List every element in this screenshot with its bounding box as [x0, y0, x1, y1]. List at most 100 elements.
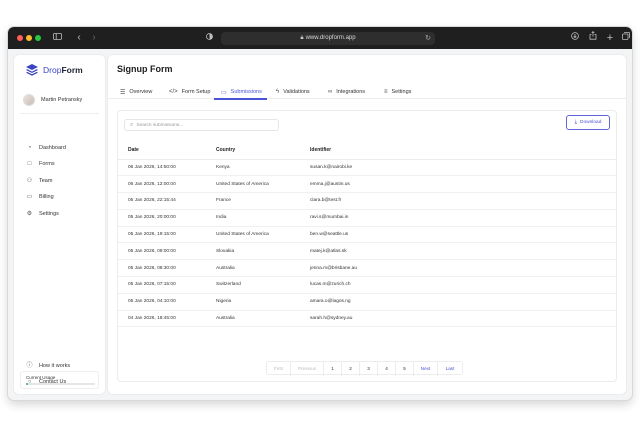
sidebar-item-how-it-works[interactable]: ⓘ How it works — [26, 361, 70, 371]
download-circle-icon[interactable] — [570, 31, 580, 45]
tab-integrations[interactable]: ∞ Integrations — [328, 85, 365, 99]
cell-identifier: matej.k@atlas.sk — [300, 242, 616, 261]
table-row[interactable]: 05 Jan 2026, 19:15:00 United States of Am… — [118, 226, 616, 244]
cell-date: 05 Jan 2026, 22:15:44 — [118, 192, 206, 210]
brand-logo[interactable]: DropForm — [25, 63, 83, 77]
submissions-card: ⌕ ⤓ Download Date Country Identifier 06 … — [117, 110, 617, 382]
help-circle-icon: ⓘ — [26, 362, 33, 369]
table-row[interactable]: 05 Jan 2026, 22:15:44 France clara.b@test.… — [118, 192, 616, 210]
layers-logo-icon — [26, 64, 38, 76]
page-1-button[interactable]: 1 — [324, 362, 342, 376]
table-row[interactable]: 06 Jan 2026, 12:00:00 United States of Am… — [118, 175, 616, 194]
cell-date: 05 Jan 2026, 19:15:00 — [118, 226, 206, 244]
page-4-button[interactable]: 4 — [378, 362, 396, 376]
column-header-country[interactable]: Country — [206, 141, 300, 160]
sidebar-item-label: Dashboard — [39, 145, 66, 151]
inbox-icon: ▭ — [221, 89, 227, 96]
column-header-date[interactable]: Date — [118, 141, 206, 160]
avatar — [23, 94, 35, 106]
cell-country: Australia — [206, 310, 300, 328]
search-icon: ⌕ — [130, 121, 134, 128]
page-first-button[interactable]: First — [267, 362, 291, 376]
cell-country: Slovakia — [206, 242, 300, 261]
cell-identifier: ben.w@seattle.us — [300, 226, 616, 244]
table-row[interactable]: 05 Jan 2026, 09:00:00 Slovakia matej.k@atl… — [118, 242, 616, 261]
address-bar[interactable]: 🔒︎ www.dropform.app ↻ — [221, 32, 435, 45]
minimize-window-button[interactable] — [26, 35, 32, 41]
main-panel: Signup Form ☰ Overview </> Form Setup ▭ Sub… — [108, 55, 626, 394]
tab-validations[interactable]: ϟ Validations — [276, 85, 310, 99]
sidebar-item-label: Billing — [39, 194, 54, 200]
sidebar-item-team[interactable]: ⚇ Team — [26, 176, 53, 186]
table-row[interactable]: 06 Jan 2026, 14:50:00 Kenya susan.k@nairob… — [118, 159, 616, 177]
share-icon[interactable] — [588, 31, 598, 45]
sidebar-item-label: Team — [39, 178, 53, 184]
cell-country: Nigeria — [206, 293, 300, 311]
table-row[interactable]: 05 Jan 2026, 20:00:00 India ravi.s@mumbai.… — [118, 209, 616, 227]
cell-identifier: amara.o@lagos.ng — [300, 293, 616, 311]
user-profile[interactable]: Martin Petransky — [23, 94, 82, 106]
sliders-icon: ≡ — [384, 89, 388, 95]
table-row[interactable]: 05 Jan 2026, 04:10:00 Nigeria amara.o@lago… — [118, 293, 616, 311]
table-row[interactable]: 05 Jan 2026, 07:15:00 Switzerland lucas.m@… — [118, 276, 616, 294]
cell-identifier: lucas.m@zurich.ch — [300, 276, 616, 294]
active-tab-indicator — [214, 98, 267, 100]
cell-date: 06 Jan 2026, 14:50:00 — [118, 159, 206, 177]
sidebar-item-label: Settings — [39, 211, 59, 217]
search-box[interactable]: ⌕ — [124, 119, 279, 131]
chart-icon: ☰ — [120, 89, 126, 96]
user-name: Martin Petransky — [41, 97, 83, 103]
cell-country: Kenya — [206, 159, 300, 177]
submissions-table: Date Country Identifier 06 Jan 2026, 14:… — [118, 141, 616, 328]
tab-settings[interactable]: ≡ Settings — [384, 85, 411, 99]
close-window-button[interactable] — [17, 35, 23, 41]
app-sidebar: DropForm Martin Petransky ◔ Dashboard □ … — [14, 55, 105, 394]
maximize-window-button[interactable] — [35, 35, 41, 41]
tab-submissions[interactable]: ▭ Submissions — [221, 85, 262, 99]
page-5-button[interactable]: 5 — [396, 362, 414, 376]
cell-country: Switzerland — [206, 276, 300, 294]
cell-identifier: sarah.h@sydney.au — [300, 310, 616, 328]
column-header-identifier[interactable]: Identifier — [300, 141, 616, 160]
new-tab-icon[interactable]: + — [605, 31, 615, 45]
cell-country: United States of America — [206, 175, 300, 194]
gears-icon: ⚙ — [26, 210, 33, 217]
page-title: Signup Form — [117, 64, 173, 74]
sidebar-item-label: Forms — [39, 161, 55, 167]
cell-date: 05 Jan 2026, 20:00:00 — [118, 209, 206, 227]
download-button[interactable]: ⤓ Download — [566, 115, 610, 130]
back-arrow-icon[interactable]: ‹ — [75, 31, 83, 45]
reload-icon[interactable]: ↻ — [425, 32, 431, 45]
table-row[interactable]: 05 Jan 2026, 08:30:00 Australia jenna.m@br… — [118, 259, 616, 278]
page-next-button[interactable]: Next — [414, 362, 438, 376]
sidebar-divider — [20, 113, 99, 114]
search-input[interactable] — [136, 122, 267, 128]
link-icon: ∞ — [328, 89, 333, 95]
tab-overview[interactable]: ☰ Overview — [120, 85, 152, 99]
tab-overview-icon[interactable] — [621, 31, 631, 45]
cell-country: France — [206, 192, 300, 210]
page-3-button[interactable]: 3 — [360, 362, 378, 376]
cell-identifier: emma.j@austin.us — [300, 175, 616, 194]
sidebar-item-forms[interactable]: □ Forms — [26, 159, 55, 169]
cell-identifier: susan.k@nairobi.ke — [300, 159, 616, 177]
sidebar-item-dashboard[interactable]: ◔ Dashboard — [26, 143, 66, 153]
page-previous-button[interactable]: Previous — [291, 362, 324, 376]
usage-progress-fill — [26, 383, 29, 385]
forward-arrow-icon[interactable]: › — [90, 31, 98, 45]
cell-identifier: clara.b@test.fr — [300, 192, 616, 210]
sidebar-toggle-icon[interactable] — [52, 31, 62, 45]
table-row[interactable]: 04 Jan 2026, 18:45:00 Australia sarah.h@sy… — [118, 310, 616, 328]
table-header-row: Date Country Identifier — [118, 141, 616, 160]
pagination: First Previous 1 2 3 4 5 Next Last — [266, 361, 463, 376]
cell-date: 05 Jan 2026, 07:15:00 — [118, 276, 206, 294]
cell-identifier: ravi.s@mumbai.in — [300, 209, 616, 227]
sidebar-item-settings[interactable]: ⚙ Settings — [26, 209, 59, 219]
cell-date: 05 Jan 2026, 09:00:00 — [118, 242, 206, 261]
tab-form-setup[interactable]: </> Form Setup — [169, 85, 210, 99]
page-last-button[interactable]: Last — [438, 362, 462, 376]
privacy-shield-icon[interactable] — [204, 31, 214, 45]
page-2-button[interactable]: 2 — [342, 362, 360, 376]
browser-window: ‹ › 🔒︎ www.dropform.app ↻ + DropForm Mar… — [8, 27, 632, 400]
sidebar-item-billing[interactable]: ▭ Billing — [26, 192, 54, 202]
